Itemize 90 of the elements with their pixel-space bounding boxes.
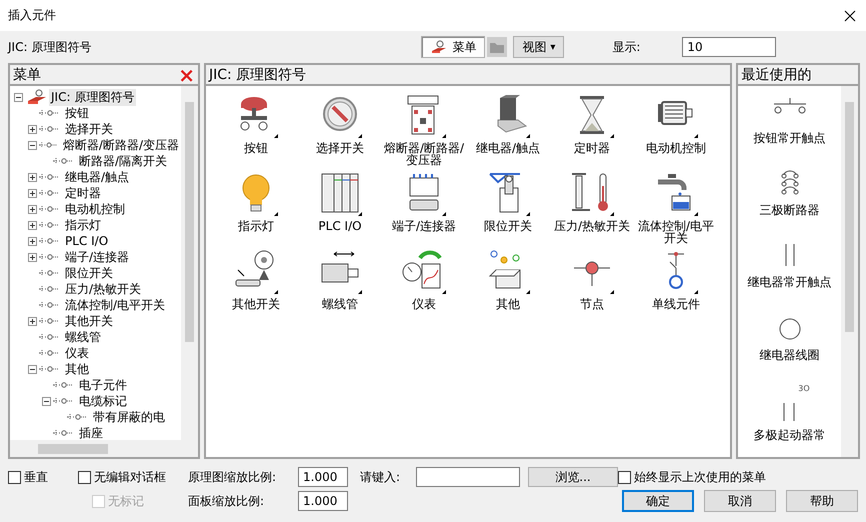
symbol-label[interactable]: 其他 [466, 298, 550, 310]
expand-icon[interactable] [28, 220, 37, 230]
tree-item[interactable]: 按钮 [63, 104, 91, 122]
checkbox: 无标记 [92, 492, 188, 510]
symbol-label[interactable]: 熔断器/断路器/变压器 [382, 142, 466, 166]
panel-title: JIC: 原理图符号 [209, 66, 306, 84]
panel-title: 菜单 [13, 66, 41, 84]
tree-item[interactable]: 指示灯 [63, 216, 103, 234]
field-label: 请键入: [360, 468, 402, 486]
tree-item[interactable]: 端子/连接器 [63, 248, 132, 266]
collapse-icon[interactable] [42, 396, 51, 406]
field-label: 面板缩放比例: [188, 494, 264, 508]
tree-item[interactable]: 电动机控制 [63, 200, 127, 218]
library-label: JIC: 原理图符号 [8, 38, 92, 56]
collapse-icon[interactable] [28, 364, 37, 374]
tree-item[interactable]: 压力/热敏开关 [63, 280, 144, 298]
tree-item[interactable]: PLC I/O [63, 234, 110, 248]
tree-item[interactable]: 继电器/触点 [63, 168, 132, 186]
checkbox[interactable]: 无编辑对话框 [78, 468, 188, 486]
symbol-label[interactable]: 继电器常开触点 [740, 276, 840, 288]
gauge-icon[interactable] [402, 250, 446, 294]
scale-field[interactable]: 1.000 [298, 467, 348, 487]
tree-item[interactable]: 断路器/隔离开关 [77, 152, 170, 170]
panel-title: 最近使用的 [741, 66, 812, 84]
symbol-label[interactable]: 按钮 [214, 142, 298, 154]
scrollbar[interactable] [10, 440, 198, 457]
window-title: 插入元件 [8, 7, 56, 24]
menu-button[interactable]: 菜单 [421, 36, 486, 58]
close-icon[interactable] [844, 10, 856, 22]
symbol-label[interactable]: 继电器/触点 [466, 142, 550, 154]
symbol-label[interactable]: 螺线管 [298, 298, 382, 310]
tree-item[interactable]: 定时器 [63, 184, 103, 202]
symbol-tag: 3O [798, 384, 810, 393]
tree-item[interactable]: 熔断器/断路器/变压器 [60, 136, 181, 154]
display-label: 显示: [612, 38, 640, 56]
display-field[interactable]: 10 [682, 37, 776, 57]
tree-item[interactable]: 仪表 [63, 344, 91, 362]
expand-icon[interactable] [28, 204, 37, 214]
tree-item[interactable]: 插座 [77, 424, 105, 440]
collapse-icon[interactable] [14, 92, 23, 102]
symbol-label[interactable]: 定时器 [550, 142, 634, 154]
foot-pedal-icon[interactable] [234, 250, 278, 294]
tree-item[interactable]: JIC: 原理图符号 [49, 88, 136, 106]
symbol-label[interactable]: 单线元件 [634, 298, 718, 310]
symbol-label[interactable]: 三极断路器 [740, 204, 840, 216]
tree-item[interactable]: 选择开关 [63, 120, 115, 138]
tree-item[interactable]: 电子元件 [77, 376, 129, 394]
symbol-label[interactable]: 多极起动器常 [740, 428, 840, 441]
symbol-label[interactable]: 按钮常开触点 [740, 132, 840, 144]
tree-item[interactable]: 流体控制/电平开关 [63, 296, 168, 314]
expand-icon[interactable] [28, 236, 37, 246]
view-dropdown[interactable]: 视图 ▾ [513, 36, 564, 58]
browse-button[interactable]: 浏览... [528, 467, 618, 487]
tree-item[interactable]: 带有屏蔽的电 [91, 408, 167, 426]
input-field[interactable] [416, 467, 520, 487]
symbol-label[interactable]: 其他开关 [214, 298, 298, 310]
checkbox[interactable]: 始终显示上次使用的菜单 [618, 468, 858, 486]
tree-item[interactable]: 限位开关 [63, 264, 115, 282]
ok-button[interactable]: 确定 [622, 490, 694, 512]
expand-icon[interactable] [28, 316, 37, 326]
scrollbar[interactable] [181, 86, 198, 440]
expand-icon[interactable] [28, 252, 37, 262]
tree-item[interactable]: 电缆标记 [77, 392, 129, 410]
symbol-label[interactable]: PLC I/O [298, 220, 382, 232]
symbol-label[interactable]: 仪表 [382, 298, 466, 310]
symbol-label[interactable]: 节点 [550, 298, 634, 310]
symbol-label[interactable]: 端子/连接器 [382, 220, 466, 232]
symbol-label[interactable]: 流体控制/电平开关 [634, 220, 718, 244]
scale-field[interactable]: 1.000 [298, 491, 348, 511]
tree-item[interactable]: 其他开关 [63, 312, 115, 330]
checkbox[interactable]: 垂直 [8, 468, 78, 486]
symbol-label[interactable]: 压力/热敏开关 [550, 220, 634, 232]
symbol-label[interactable]: 限位开关 [466, 220, 550, 232]
help-button[interactable]: 帮助 [786, 490, 858, 512]
field-label: 原理图缩放比例: [188, 468, 278, 486]
symbol-label[interactable]: 电动机控制 [634, 142, 718, 154]
pressure-thermometer-icon[interactable] [570, 172, 614, 216]
tree-item[interactable]: 螺线管 [63, 328, 103, 346]
tree-item[interactable]: 其他 [63, 360, 91, 378]
scrollbar[interactable] [841, 86, 858, 457]
symbol-label[interactable]: 指示灯 [214, 220, 298, 232]
cancel-button[interactable]: 取消 [704, 490, 776, 512]
close-button[interactable]: × [178, 66, 195, 82]
collapse-icon[interactable] [28, 140, 37, 150]
symbol-label[interactable]: 选择开关 [298, 142, 382, 154]
expand-icon[interactable] [28, 172, 37, 182]
symbol-label[interactable]: 继电器线圈 [740, 348, 840, 361]
open-box-icon[interactable] [486, 250, 530, 294]
expand-icon[interactable] [28, 124, 37, 134]
expand-icon[interactable] [28, 188, 37, 198]
